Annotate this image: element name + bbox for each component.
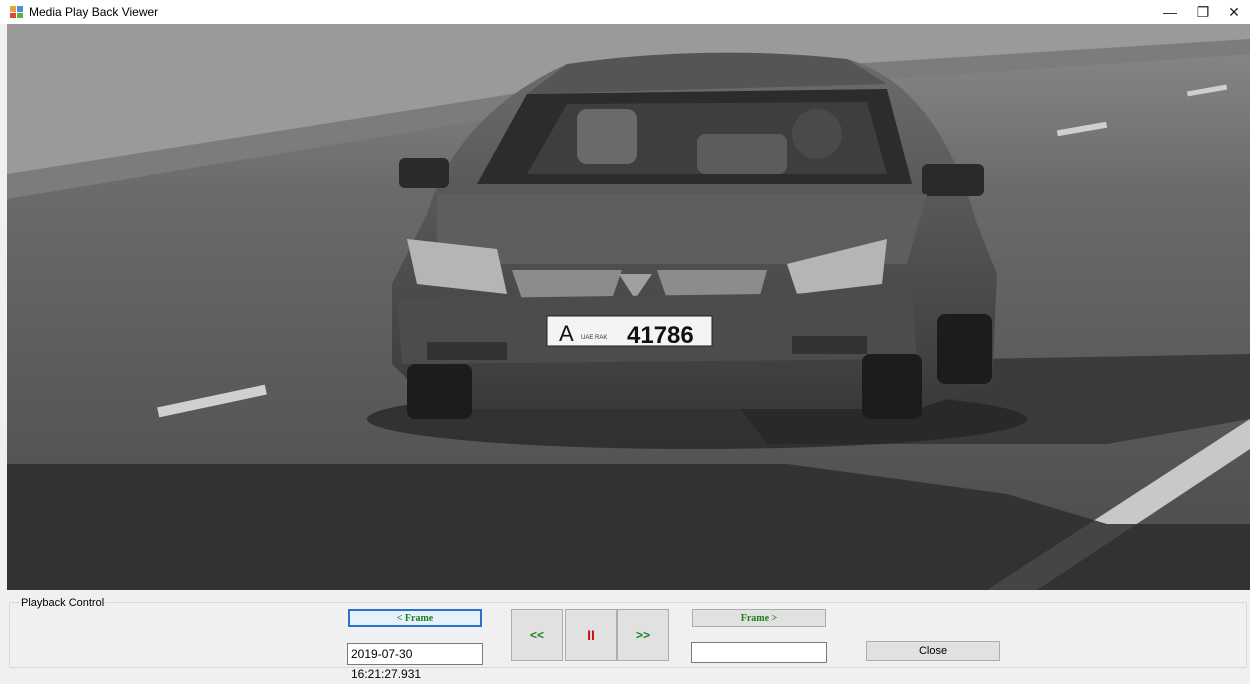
previous-frame-button[interactable]: < Frame <box>348 609 482 627</box>
title-bar: Media Play Back Viewer — ❐ ✕ <box>0 0 1250 24</box>
close-icon[interactable]: ✕ <box>1214 0 1250 24</box>
video-frame: A UAE RAK 41786 <box>7 24 1250 590</box>
plate-letter: A <box>559 321 574 346</box>
next-frame-button[interactable]: Frame > <box>692 609 826 627</box>
plate-region: UAE RAK <box>581 335 607 341</box>
timestamp-field[interactable]: 2019-07-30 16:21:27.931 <box>347 643 483 681</box>
fast-forward-button[interactable]: >> <box>617 609 669 661</box>
video-image: A UAE RAK 41786 <box>7 24 1250 590</box>
app-icon <box>10 6 23 18</box>
pause-button[interactable]: II <box>565 609 617 661</box>
plate-number: 41786 <box>627 322 694 349</box>
frame-info-field[interactable] <box>691 642 827 663</box>
rewind-button[interactable]: << <box>511 609 563 661</box>
playback-control-label: Playback Control <box>20 596 106 610</box>
window-title: Media Play Back Viewer <box>29 5 159 19</box>
close-button[interactable]: Close <box>866 641 1000 661</box>
